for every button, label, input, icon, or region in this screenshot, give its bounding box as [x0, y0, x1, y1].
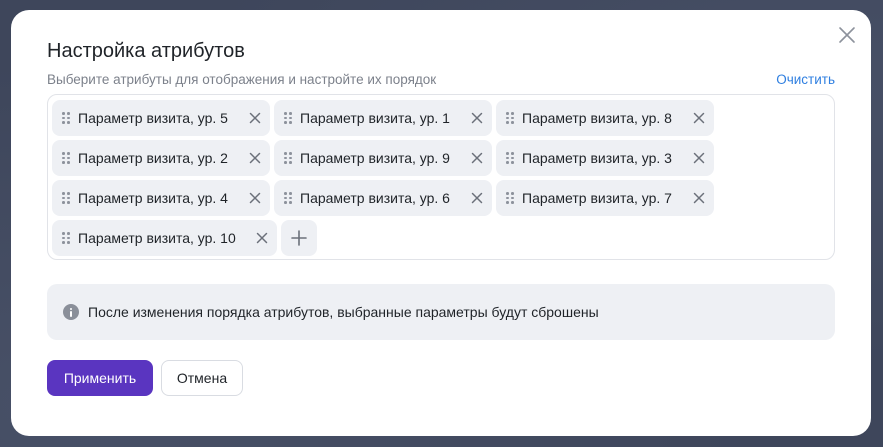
drag-handle-icon[interactable]: [506, 192, 514, 204]
drag-handle-icon[interactable]: [284, 112, 292, 124]
plus-icon: [291, 230, 307, 246]
chip-label: Параметр визита, ур. 2: [78, 150, 228, 166]
attribute-chip[interactable]: Параметр визита, ур. 7: [496, 180, 714, 216]
drag-handle-icon[interactable]: [62, 112, 70, 124]
remove-icon[interactable]: [692, 111, 706, 125]
attribute-chip[interactable]: Параметр визита, ур. 3: [496, 140, 714, 176]
attribute-chip[interactable]: Параметр визита, ур. 9: [274, 140, 492, 176]
attributes-list: Параметр визита, ур. 5 Параметр визита, …: [47, 94, 835, 260]
attributes-dialog: Настройка атрибутов Выберите атрибуты дл…: [11, 10, 871, 436]
chip-label: Параметр визита, ур. 7: [522, 190, 672, 206]
chip-label: Параметр визита, ур. 6: [300, 190, 450, 206]
chip-label: Параметр визита, ур. 1: [300, 110, 450, 126]
dialog-title: Настройка атрибутов: [47, 40, 245, 62]
drag-handle-icon[interactable]: [284, 152, 292, 164]
attribute-chip[interactable]: Параметр визита, ур. 2: [52, 140, 270, 176]
remove-icon[interactable]: [255, 231, 269, 245]
apply-button[interactable]: Применить: [47, 360, 153, 396]
attribute-chip[interactable]: Параметр визита, ур. 10: [52, 220, 277, 256]
drag-handle-icon[interactable]: [62, 232, 70, 244]
chip-label: Параметр визита, ур. 3: [522, 150, 672, 166]
drag-handle-icon[interactable]: [506, 112, 514, 124]
chip-label: Параметр визита, ур. 10: [78, 230, 236, 246]
drag-handle-icon[interactable]: [62, 192, 70, 204]
drag-handle-icon[interactable]: [506, 152, 514, 164]
remove-icon[interactable]: [692, 191, 706, 205]
remove-icon[interactable]: [248, 191, 262, 205]
dialog-subtitle: Выберите атрибуты для отображения и наст…: [47, 72, 437, 87]
clear-link[interactable]: Очистить: [776, 72, 835, 87]
chip-label: Параметр визита, ур. 8: [522, 110, 672, 126]
attribute-chip[interactable]: Параметр визита, ур. 4: [52, 180, 270, 216]
remove-icon[interactable]: [470, 111, 484, 125]
info-banner: После изменения порядка атрибутов, выбра…: [47, 284, 835, 340]
remove-icon[interactable]: [470, 151, 484, 165]
close-button[interactable]: [837, 25, 857, 45]
remove-icon[interactable]: [470, 191, 484, 205]
drag-handle-icon[interactable]: [62, 152, 70, 164]
chip-label: Параметр визита, ур. 4: [78, 190, 228, 206]
cancel-button[interactable]: Отмена: [161, 360, 243, 396]
info-icon: [63, 304, 79, 320]
attribute-chip[interactable]: Параметр визита, ур. 1: [274, 100, 492, 136]
drag-handle-icon[interactable]: [284, 192, 292, 204]
chip-label: Параметр визита, ур. 5: [78, 110, 228, 126]
add-attribute-button[interactable]: [281, 220, 317, 256]
chip-label: Параметр визита, ур. 9: [300, 150, 450, 166]
remove-icon[interactable]: [248, 151, 262, 165]
attribute-chip[interactable]: Параметр визита, ур. 6: [274, 180, 492, 216]
info-text: После изменения порядка атрибутов, выбра…: [88, 304, 599, 320]
remove-icon[interactable]: [248, 111, 262, 125]
remove-icon[interactable]: [692, 151, 706, 165]
close-icon: [839, 27, 855, 43]
attribute-chip[interactable]: Параметр визита, ур. 5: [52, 100, 270, 136]
attribute-chip[interactable]: Параметр визита, ур. 8: [496, 100, 714, 136]
